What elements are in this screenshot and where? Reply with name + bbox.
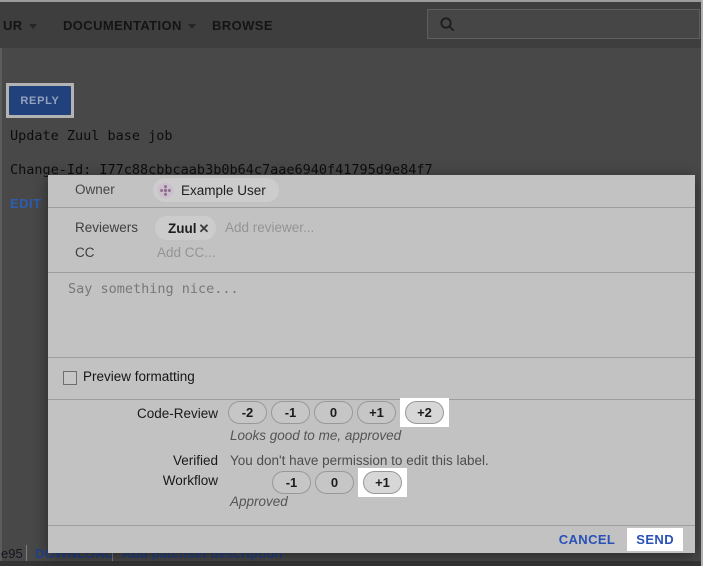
send-button[interactable]: SEND <box>636 532 674 547</box>
code-review-zero-button[interactable]: 0 <box>314 401 353 424</box>
workflow-description: Approved <box>230 494 288 509</box>
chevron-down-icon <box>29 24 37 29</box>
send-button-highlight: SEND <box>627 528 683 551</box>
code-review-plus2-highlight: +2 <box>400 398 449 427</box>
add-reviewer-input[interactable]: Add reviewer... <box>225 220 314 235</box>
code-review-pills: -2 -1 0 +1 +2 <box>228 398 449 427</box>
workflow-zero-button[interactable]: 0 <box>315 471 354 494</box>
dialog-footer: CANCEL SEND <box>48 525 695 553</box>
bottom-strip <box>0 561 703 566</box>
divider <box>48 207 695 208</box>
commit-message-line: Update Zuul base job <box>10 128 173 144</box>
preview-formatting-checkbox[interactable] <box>63 371 77 385</box>
reviewer-chip-label: Zuul <box>168 221 197 236</box>
page-edge-line <box>0 48 2 561</box>
menu-browse[interactable]: BROWSE <box>212 18 273 33</box>
avatar <box>157 182 174 199</box>
search-icon <box>439 16 456 33</box>
cc-label: CC <box>75 245 95 260</box>
code-review-description: Looks good to me, approved <box>230 428 401 443</box>
owner-chip-label: Example User <box>181 183 266 198</box>
message-placeholder: Say something nice... <box>68 281 239 297</box>
edit-link[interactable]: EDIT <box>10 196 42 211</box>
code-review-plus1-button[interactable]: +1 <box>357 401 396 424</box>
add-cc-input[interactable]: Add CC... <box>157 245 216 260</box>
gerrit-screen: UR DOCUMENTATION BROWSE REPLY Update Zuu… <box>0 0 703 566</box>
owner-label: Owner <box>75 182 115 197</box>
menu-browse-label: BROWSE <box>212 18 273 33</box>
sha-fragment: e95 <box>1 546 23 561</box>
reply-button-highlight-frame: REPLY <box>6 83 74 118</box>
reviewer-chip-zuul[interactable]: Zuul ✕ <box>155 216 216 240</box>
reply-message-textarea[interactable]: Say something nice... <box>48 272 695 358</box>
divider <box>26 545 27 562</box>
reply-dialog: Owner Example User Reviewers <box>48 175 695 553</box>
reviewers-label: Reviewers <box>75 220 138 235</box>
owner-chip[interactable]: Example User <box>153 178 279 202</box>
code-review-minus2-button[interactable]: -2 <box>228 401 267 424</box>
workflow-minus1-button[interactable]: -1 <box>272 471 311 494</box>
code-review-label: Code-Review <box>48 406 218 421</box>
chevron-down-icon <box>188 24 196 29</box>
verified-label: Verified <box>48 453 218 468</box>
workflow-plus1-button[interactable]: +1 <box>363 471 402 494</box>
reply-button[interactable]: REPLY <box>9 86 71 115</box>
top-nav-bar: UR DOCUMENTATION BROWSE <box>0 0 703 48</box>
workflow-pills: -1 0 +1 <box>272 468 407 497</box>
code-review-plus2-button[interactable]: +2 <box>405 401 444 424</box>
verified-permission-message: You don't have permission to edit this l… <box>230 453 489 468</box>
code-review-minus1-button[interactable]: -1 <box>271 401 310 424</box>
cancel-button[interactable]: CANCEL <box>559 532 616 547</box>
menu-your-label: UR <box>3 18 23 33</box>
menu-your[interactable]: UR <box>3 18 37 33</box>
menu-documentation-label: DOCUMENTATION <box>63 18 182 33</box>
preview-formatting-label: Preview formatting <box>83 369 195 384</box>
menu-documentation[interactable]: DOCUMENTATION <box>63 18 196 33</box>
workflow-label: Workflow <box>48 473 218 488</box>
search-input[interactable] <box>427 9 700 39</box>
workflow-plus1-highlight: +1 <box>358 468 407 497</box>
remove-reviewer-icon[interactable]: ✕ <box>199 222 210 235</box>
